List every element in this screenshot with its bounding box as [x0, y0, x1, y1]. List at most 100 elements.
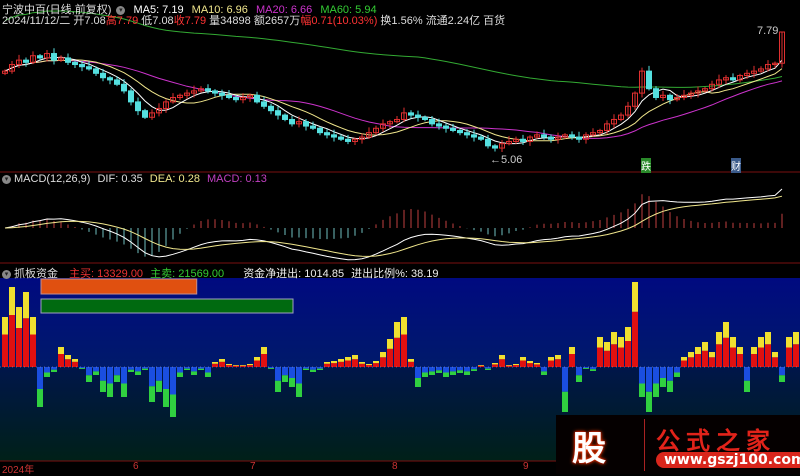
fund-outflow-bottom	[464, 371, 470, 375]
fund-inflow-bar	[632, 311, 638, 367]
candle-body	[303, 121, 309, 127]
sector: 百货	[483, 15, 506, 27]
fund-inflow-bar	[226, 365, 232, 367]
candle-body	[429, 118, 435, 125]
fund-inflow-bar	[401, 334, 407, 367]
logo-url: www.gszj100.com	[656, 452, 800, 468]
fund-outflow-bar	[149, 367, 155, 387]
fund-outflow-bottom	[590, 369, 596, 371]
fund-inflow-bar	[58, 354, 64, 367]
candle-body	[478, 136, 484, 140]
candle-body	[37, 55, 43, 59]
fund-outflow-bottom	[639, 383, 645, 397]
date: 2024/11/12/二	[2, 15, 71, 27]
x-label-july: 7	[250, 461, 256, 472]
candle-body	[65, 57, 71, 63]
ma5-line	[4, 56, 783, 145]
candle-body	[436, 123, 442, 127]
fund-outflow-bottom	[100, 380, 106, 392]
candle-body	[576, 136, 582, 140]
high-marker: 7.79	[757, 25, 779, 37]
fund-inflow-top	[723, 322, 729, 338]
x-label-september: 9	[523, 461, 529, 472]
fund-inflow-bar	[751, 354, 757, 367]
fund-inflow-bar	[499, 359, 505, 367]
fund-outflow-bottom	[79, 368, 85, 369]
main-buy-bar	[40, 278, 198, 295]
candle-body	[121, 83, 127, 92]
fund-outflow-bottom	[667, 380, 673, 392]
fund-outflow-bottom	[317, 368, 323, 370]
candle-body	[226, 94, 232, 98]
candle-body	[79, 64, 85, 68]
logo-char: 股	[572, 429, 606, 469]
fund-inflow-top	[618, 337, 624, 348]
logo-brand: 公式之家	[656, 426, 776, 455]
fund-outflow-bottom	[674, 372, 680, 377]
fund-inflow-bar	[534, 364, 540, 367]
candle-body	[310, 125, 316, 129]
fund-inflow-bar	[72, 361, 78, 367]
high-label: 高	[105, 15, 117, 27]
fund-outflow-bottom	[646, 391, 652, 412]
macd-header: ▾ MACD(12,26,9) DIF: 0.35 DEA: 0.28 MACD:…	[2, 173, 267, 185]
fund-inflow-top	[345, 357, 351, 361]
fund-inflow-top	[254, 357, 260, 361]
event-marker-finance[interactable]: 财	[731, 158, 741, 173]
fund-outflow-bar	[674, 367, 680, 373]
dropdown-icon[interactable]: ▾	[2, 174, 11, 184]
fund-inflow-top	[401, 317, 407, 335]
fund-outflow-bar	[191, 367, 197, 372]
dropdown-icon[interactable]: ▾	[2, 269, 11, 279]
fund-outflow-bottom	[576, 375, 582, 382]
fund-inflow-bar	[765, 344, 771, 367]
fund-inflow-bar	[366, 365, 372, 367]
fund-title: 抓板资金	[14, 268, 58, 280]
fund-inflow-bar	[695, 354, 701, 367]
fund-inflow-top	[492, 363, 498, 365]
fund-inflow-top	[786, 337, 792, 348]
candle-body	[107, 77, 113, 81]
fund-inflow-top	[359, 362, 365, 364]
fund-outflow-bar	[177, 367, 183, 373]
fund-inflow-bar	[254, 360, 260, 367]
main-sell: 主卖: 21569.00	[150, 268, 225, 280]
fund-inflow-top	[716, 332, 722, 345]
fund-outflow-bar	[471, 367, 477, 370]
dea-value: DEA: 0.28	[149, 173, 200, 185]
fund-inflow-bar	[23, 318, 29, 367]
stock-chart[interactable]	[0, 0, 800, 474]
event-marker-drop[interactable]: 跌	[641, 158, 651, 173]
fund-inflow-top	[604, 342, 610, 351]
candle-body	[51, 53, 57, 61]
fund-inflow-bar	[247, 365, 253, 367]
fund-outflow-bar	[576, 367, 582, 376]
fund-outflow-bottom	[107, 383, 113, 397]
fund-inflow-top	[324, 362, 330, 364]
fund-inflow-bar	[338, 361, 344, 367]
fund-outflow-bottom	[303, 368, 309, 370]
fund-outflow-bottom	[653, 383, 659, 397]
fund-inflow-top	[688, 352, 694, 358]
fund-inflow-top	[387, 339, 393, 349]
fund-inflow-top	[233, 365, 239, 366]
fund-inflow-top	[772, 352, 778, 358]
candle-body	[205, 88, 211, 92]
fund-inflow-bar	[2, 334, 8, 367]
fund-inflow-bar	[324, 363, 330, 367]
fund-outflow-bottom	[37, 389, 43, 407]
fund-inflow-top	[23, 292, 29, 319]
fund-inflow-top	[2, 317, 8, 335]
fund-outflow-bottom	[289, 378, 295, 387]
fund-inflow-top	[548, 357, 554, 361]
fund-outflow-bottom	[541, 371, 547, 375]
fund-inflow-top	[793, 332, 799, 345]
close-label: 收	[173, 15, 185, 27]
candle-body	[212, 90, 218, 94]
candle-body	[23, 59, 29, 63]
fund-outflow-bar	[779, 367, 785, 376]
fund-outflow-bar	[51, 367, 57, 370]
dea-line	[4, 195, 783, 257]
fund-inflow-top	[338, 359, 344, 362]
fund-inflow-top	[611, 332, 617, 345]
